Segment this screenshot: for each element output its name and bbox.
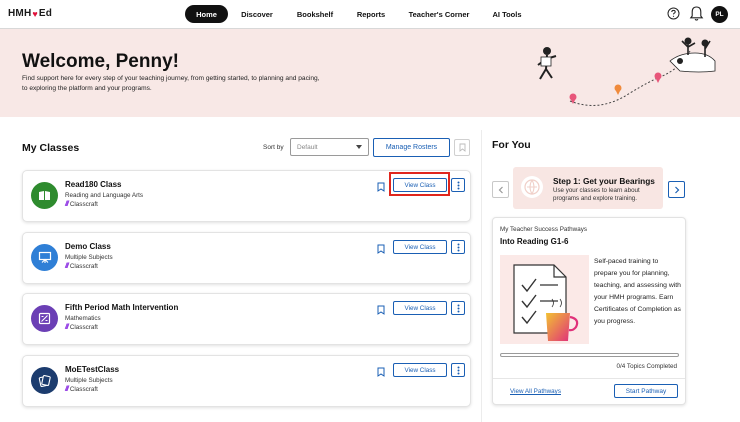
manage-rosters-button[interactable]: Manage Rosters <box>373 138 450 157</box>
class-subject: Mathematics <box>65 315 101 322</box>
get-your-bearings-card[interactable]: Step 1: Get your Bearings Use your class… <box>513 167 663 209</box>
bookmark-icon[interactable] <box>377 305 385 315</box>
class-name[interactable]: MoETestClass <box>65 365 119 374</box>
logo-suffix: Ed <box>38 8 53 19</box>
classcraft-label: Classcraft <box>69 324 98 331</box>
pathway-title: Into Reading G1-6 <box>500 237 569 246</box>
nav-discover[interactable]: Discover <box>236 5 278 23</box>
welcome-subtitle: Find support here for every step of your… <box>22 75 320 92</box>
classcraft-link[interactable]: /// Classcraft <box>65 324 98 331</box>
classcraft-label: Classcraft <box>69 386 98 393</box>
math-icon <box>31 305 58 332</box>
bookmark-icon[interactable] <box>377 244 385 254</box>
more-options-icon[interactable] <box>451 363 465 377</box>
class-subject: Multiple Subjects <box>65 377 113 384</box>
more-options-icon[interactable] <box>451 240 465 254</box>
book-icon <box>31 182 58 209</box>
chevron-down-icon <box>356 145 362 149</box>
pathway-divider <box>493 378 685 379</box>
nav-teachers-corner[interactable]: Teacher's Corner <box>404 5 474 23</box>
heart-icon: ♥ <box>32 8 38 19</box>
welcome-title: Welcome, Penny! <box>22 51 179 72</box>
classcraft-label: Classcraft <box>69 201 98 208</box>
for-you-title: For You <box>492 139 531 151</box>
sort-select[interactable]: Default <box>290 138 369 156</box>
more-options-icon[interactable] <box>451 301 465 315</box>
pathway-description: Self-paced training to prepare you for p… <box>594 258 681 325</box>
start-pathway-button[interactable]: Start Pathway <box>614 384 678 398</box>
class-name[interactable]: Fifth Period Math Intervention <box>65 303 178 312</box>
hiking-illustration-icon <box>537 37 716 106</box>
bearing-description: Use your classes to learn about programs… <box>553 187 640 202</box>
view-class-button[interactable]: View Class <box>393 240 447 254</box>
more-options-icon[interactable] <box>451 178 465 192</box>
bookmark-icon <box>459 143 465 152</box>
column-divider <box>481 130 482 422</box>
classcraft-link[interactable]: /// Classcraft <box>65 201 98 208</box>
class-card[interactable]: Fifth Period Math Intervention Mathemati… <box>22 293 471 345</box>
class-subject: Reading and Language Arts <box>65 192 144 199</box>
bell-icon[interactable] <box>689 5 704 22</box>
nav-home[interactable]: Home <box>185 5 228 23</box>
logo-text: HMH <box>8 8 32 19</box>
classcraft-link[interactable]: /// Classcraft <box>65 263 98 270</box>
cards-icon <box>31 367 58 394</box>
pathway-card: My Teacher Success Pathways Into Reading… <box>492 217 686 405</box>
class-subject: Multiple Subjects <box>65 254 113 261</box>
checklist-mug-icon <box>500 255 589 344</box>
globe-icon <box>521 176 543 198</box>
pathway-eyebrow: My Teacher Success Pathways <box>500 226 588 233</box>
avatar[interactable]: PL <box>711 6 728 23</box>
bearing-title: Step 1: Get your Bearings <box>553 176 655 186</box>
bookmark-filter-button[interactable] <box>454 139 470 156</box>
hmh-ed-logo[interactable]: HMH ♥ Ed <box>8 8 52 19</box>
my-classes-title: My Classes <box>22 142 80 154</box>
view-class-button[interactable]: View Class <box>393 363 447 377</box>
nav-ai-tools[interactable]: AI Tools <box>488 5 526 23</box>
nav-bookshelf[interactable]: Bookshelf <box>292 5 338 23</box>
welcome-banner: Welcome, Penny! Find support here for ev… <box>0 29 740 117</box>
sort-select-value: Default <box>297 144 318 151</box>
classcraft-label: Classcraft <box>69 263 98 270</box>
classcraft-icon: /// <box>65 324 69 331</box>
sort-by-label: Sort by <box>263 144 284 151</box>
class-card[interactable]: Demo Class Multiple Subjects /// Classcr… <box>22 232 471 284</box>
classcraft-icon: /// <box>65 386 69 393</box>
topics-completed: 0/4 Topics Completed <box>616 363 677 370</box>
view-class-button[interactable]: View Class <box>393 301 447 315</box>
carousel-prev-button[interactable] <box>492 181 509 198</box>
view-all-pathways-link[interactable]: View All Pathways <box>510 388 561 395</box>
classcraft-icon: /// <box>65 201 69 208</box>
help-icon[interactable] <box>667 7 680 20</box>
chevron-left-icon <box>498 186 503 193</box>
bookmark-icon[interactable] <box>377 367 385 377</box>
highlight-box <box>389 172 450 196</box>
pathway-progress-bar <box>500 353 679 357</box>
classcraft-icon: /// <box>65 263 69 270</box>
class-card[interactable]: MoETestClass Multiple Subjects /// Class… <box>22 355 471 407</box>
chevron-right-icon <box>674 186 679 193</box>
carousel-next-button[interactable] <box>668 181 685 198</box>
presentation-icon <box>31 244 58 271</box>
classcraft-link[interactable]: /// Classcraft <box>65 386 98 393</box>
class-name[interactable]: Demo Class <box>65 242 111 251</box>
bookmark-icon[interactable] <box>377 182 385 192</box>
nav-reports[interactable]: Reports <box>352 5 390 23</box>
top-nav: HMH ♥ Ed Home Discover Bookshelf Reports… <box>0 0 740 29</box>
class-name[interactable]: Read180 Class <box>65 180 121 189</box>
